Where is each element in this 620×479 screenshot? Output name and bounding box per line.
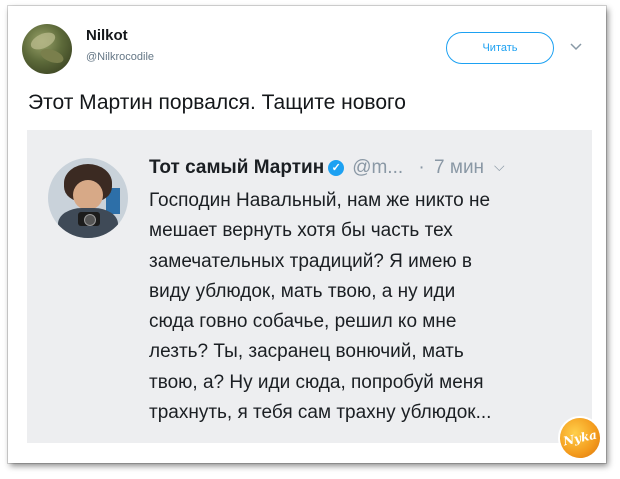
body-line: лезть? Ты, засранец вонючий, мать [149, 341, 464, 363]
body-line: сюда говно собачье, решил ко мне [149, 311, 457, 333]
check-badge-icon: ✓ [328, 160, 345, 176]
body-line: трахнуть, я тебя сам трахну ублюдок... [149, 402, 492, 424]
author-handle[interactable]: @Nilkrocodile [86, 51, 154, 63]
embedded-author-name: Тот самый Мартин [149, 157, 325, 178]
avatar-image-part [73, 180, 103, 210]
avatar-image-part [84, 214, 96, 226]
embedded-tweet-header: Тот самый Мартин ✓ @m... · 7 мин ⌵ [149, 157, 505, 179]
body-line: замечательных традиций? Я имею в [149, 250, 473, 272]
tweet-text: Этот Мартин порвался. Тащите нового [28, 91, 406, 114]
embedded-author-handle: @m... [352, 157, 404, 178]
body-line: виду ублюдок, мать твою, а ну иди [149, 280, 456, 302]
chevron-down-icon[interactable] [569, 40, 583, 54]
body-line: Господин Навальный, нам же никто не [149, 190, 491, 211]
author-avatar[interactable] [22, 24, 72, 74]
avatar-image-part [38, 46, 66, 66]
martin-avatar [48, 158, 128, 238]
chevron-down-icon: ⌵ [494, 158, 505, 174]
body-line: твою, а? Ну иди сюда, попробуй меня [149, 371, 484, 393]
embedded-tweet-body: Господин Навальный, нам же никто не меша… [149, 186, 579, 428]
follow-button[interactable]: Читать [446, 32, 554, 64]
body-line: мешает вернуть хотя бы часть тех [149, 220, 453, 242]
embedded-time-separator: · [418, 157, 425, 178]
author-name[interactable]: Nilkot [86, 27, 128, 44]
embedded-timestamp: 7 мин [434, 157, 485, 178]
